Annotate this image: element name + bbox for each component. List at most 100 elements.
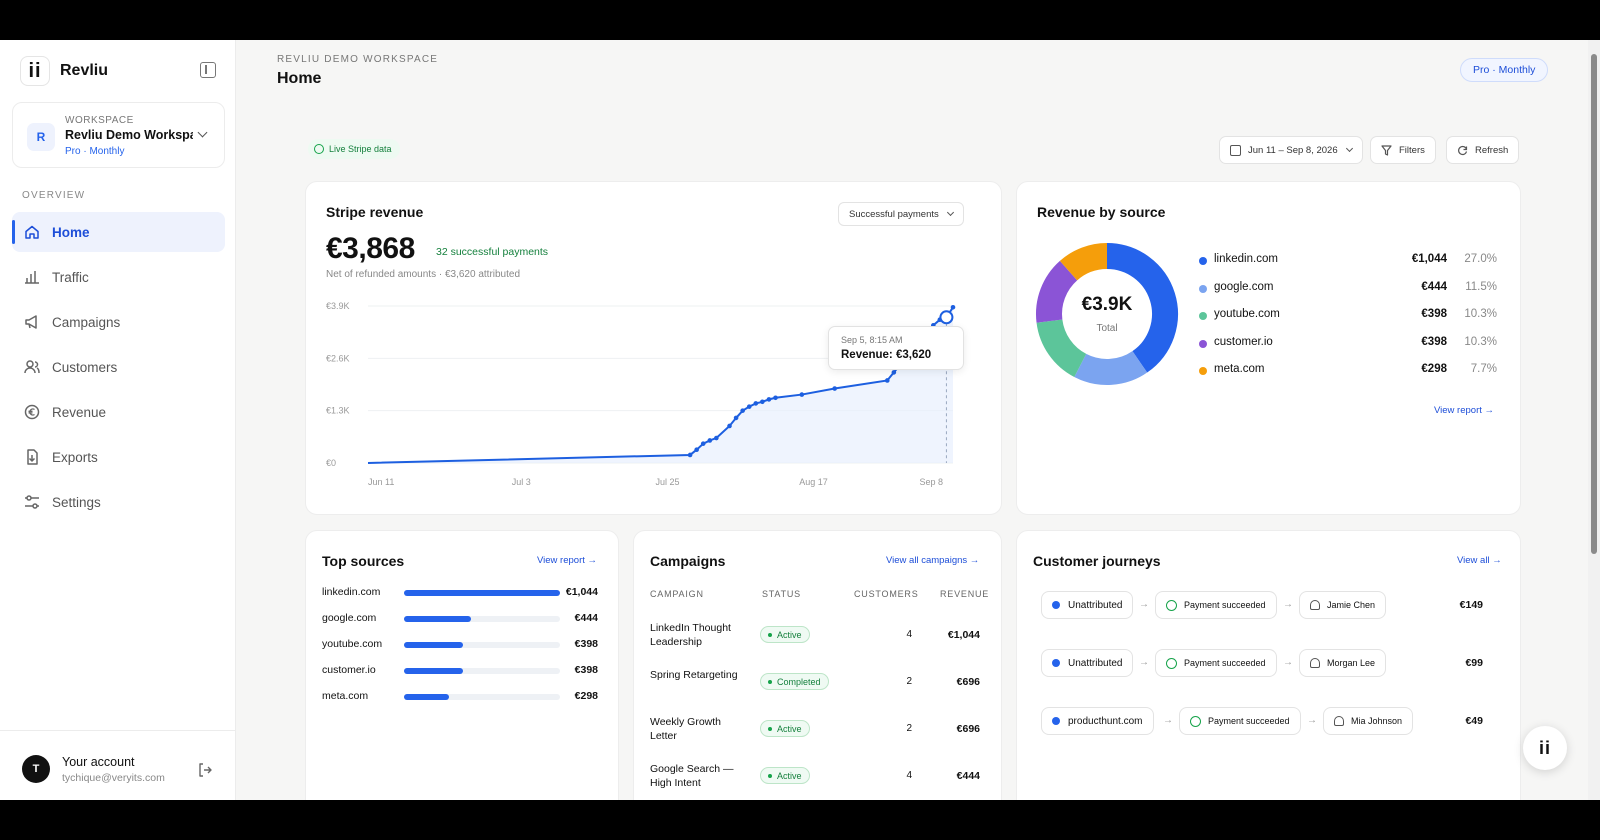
legend-row[interactable]: customer.io €398 10.3% bbox=[1199, 335, 1497, 363]
sidebar-item-customers[interactable]: Customers bbox=[12, 347, 225, 387]
card-title: Customer journeys bbox=[1033, 553, 1161, 569]
column-header[interactable]: CUSTOMERS bbox=[854, 589, 919, 599]
legend-swatch bbox=[1199, 312, 1207, 320]
legend-pct: 11.5% bbox=[1465, 280, 1497, 293]
filters-button[interactable]: Filters bbox=[1370, 136, 1436, 164]
journey-customer[interactable]: Jamie Chen bbox=[1299, 591, 1387, 619]
campaign-revenue: €1,044 bbox=[947, 629, 980, 641]
legend-pct: 10.3% bbox=[1464, 335, 1497, 348]
legend-row[interactable]: linkedin.com €1,044 27.0% bbox=[1199, 252, 1497, 280]
source-bar-track bbox=[404, 616, 560, 622]
sidebar-collapse-icon[interactable] bbox=[200, 62, 216, 78]
source-name: google.com bbox=[322, 612, 377, 624]
column-header[interactable]: REVENUE bbox=[940, 589, 989, 599]
table-row[interactable]: LinkedIn Thought Leadership Active 4 €1,… bbox=[650, 621, 980, 661]
journey-source[interactable]: Unattributed bbox=[1041, 649, 1134, 677]
sidebar-item-home[interactable]: Home bbox=[12, 212, 225, 252]
journey-row[interactable]: Unattributed → Payment succeeded → Jamie… bbox=[1033, 591, 1483, 619]
source-value: €298 bbox=[574, 690, 598, 702]
revenue-by-source-card: Revenue by source €3.9K Total linkedin.c… bbox=[1016, 181, 1521, 515]
data-point bbox=[799, 392, 805, 397]
scrollbar-thumb[interactable] bbox=[1591, 54, 1597, 554]
filters-label: Filters bbox=[1399, 144, 1425, 156]
journey-row[interactable]: producthunt.com → Payment succeeded → Mi… bbox=[1033, 707, 1483, 735]
plan-badge[interactable]: Pro · Monthly bbox=[1460, 58, 1549, 82]
journey-source[interactable]: producthunt.com bbox=[1041, 707, 1154, 735]
table-row[interactable]: Spring Retargeting Completed 2 €696 bbox=[650, 668, 980, 708]
arrow-right-icon: → bbox=[1139, 657, 1149, 668]
x-tick-label: Aug 17 bbox=[799, 477, 828, 487]
legend-row[interactable]: google.com €444 11.5% bbox=[1199, 280, 1497, 308]
refresh-label: Refresh bbox=[1475, 144, 1509, 156]
data-point bbox=[733, 415, 739, 421]
scrollbar[interactable] bbox=[1588, 40, 1600, 800]
brand-name: Revliu bbox=[60, 62, 109, 79]
live-data-badge: Live Stripe data bbox=[308, 139, 400, 159]
account-panel[interactable]: T Your account tychique@veryits.com bbox=[0, 730, 236, 800]
home-icon bbox=[25, 225, 39, 239]
legend-pct: 7.7% bbox=[1470, 363, 1497, 375]
source-row[interactable]: youtube.com €398 bbox=[322, 638, 598, 652]
nav-section-heading: OVERVIEW bbox=[22, 190, 86, 201]
arrow-right-icon: → bbox=[1283, 657, 1293, 668]
x-tick-label: Sep 8 bbox=[919, 477, 943, 487]
journey-source-label: Unattributed bbox=[1068, 599, 1123, 611]
user-icon bbox=[1310, 658, 1320, 668]
check-circle-icon bbox=[314, 144, 324, 154]
data-point bbox=[884, 378, 890, 383]
refresh-icon bbox=[1458, 145, 1468, 155]
view-all-journeys-link[interactable]: View all → bbox=[1457, 555, 1502, 566]
table-row[interactable]: Weekly Growth Letter Active 2 €696 bbox=[650, 715, 980, 755]
sidebar-item-traffic[interactable]: Traffic bbox=[12, 257, 225, 297]
sidebar-item-label: Home bbox=[52, 224, 90, 240]
source-bar-fill bbox=[404, 642, 464, 648]
source-legend: linkedin.com €1,044 27.0% google.com €444 11… bbox=[1199, 252, 1497, 390]
user-icon bbox=[1334, 716, 1344, 726]
journey-event[interactable]: Payment succeeded bbox=[1155, 591, 1277, 619]
source-dot-icon bbox=[1052, 601, 1060, 609]
journey-event-label: Payment succeeded bbox=[1184, 600, 1266, 610]
sidebar-item-campaigns[interactable]: Campaigns bbox=[12, 302, 225, 342]
legend-row[interactable]: meta.com €298 7.7% bbox=[1199, 362, 1497, 390]
workspace-avatar: R bbox=[27, 123, 55, 151]
journey-row[interactable]: Unattributed → Payment succeeded → Morga… bbox=[1033, 649, 1483, 677]
logout-icon[interactable] bbox=[198, 763, 212, 777]
sidebar-item-settings[interactable]: Settings bbox=[12, 482, 225, 522]
arrow-right-icon: → bbox=[1163, 715, 1173, 726]
journey-event[interactable]: Payment succeeded bbox=[1155, 649, 1277, 677]
journey-event-label: Payment succeeded bbox=[1184, 658, 1266, 668]
date-range-button[interactable]: Jun 11 – Sep 8, 2026 bbox=[1219, 136, 1363, 164]
brand[interactable]: ii Revliu bbox=[20, 56, 108, 86]
sliders-icon bbox=[25, 495, 39, 509]
customer-journeys-card: Customer journeys View all → Unattribute… bbox=[1016, 530, 1521, 800]
live-data-label: Live Stripe data bbox=[329, 144, 392, 154]
journey-customer[interactable]: Mia Johnson bbox=[1323, 707, 1414, 735]
table-row[interactable]: Google Search — High Intent Active 4 €44… bbox=[650, 762, 980, 800]
view-report-link[interactable]: View report → bbox=[537, 555, 597, 566]
workspace-switcher[interactable]: R WORKSPACE Revliu Demo Workspace Pro · … bbox=[12, 102, 225, 168]
view-all-campaigns-link[interactable]: View all campaigns → bbox=[886, 555, 979, 566]
data-point bbox=[753, 401, 759, 406]
source-row[interactable]: meta.com €298 bbox=[322, 690, 598, 704]
source-value: €398 bbox=[574, 638, 598, 650]
view-report-link[interactable]: View report → bbox=[1434, 405, 1494, 416]
sidebar-item-exports[interactable]: Exports bbox=[12, 437, 225, 477]
donut-slice bbox=[1059, 243, 1108, 281]
sidebar-item-revenue[interactable]: Revenue bbox=[12, 392, 225, 432]
journey-customer[interactable]: Morgan Lee bbox=[1299, 649, 1387, 677]
journey-event[interactable]: Payment succeeded bbox=[1179, 707, 1301, 735]
refresh-button[interactable]: Refresh bbox=[1446, 136, 1520, 164]
source-row[interactable]: customer.io €398 bbox=[322, 664, 598, 678]
legend-value: €444 bbox=[1421, 280, 1447, 293]
legend-row[interactable]: youtube.com €398 10.3% bbox=[1199, 307, 1497, 335]
assistant-button[interactable]: ii bbox=[1523, 726, 1567, 770]
source-row[interactable]: linkedin.com €1,044 bbox=[322, 586, 598, 600]
y-tick-label: €1.3K bbox=[326, 406, 350, 416]
journey-source[interactable]: Unattributed bbox=[1041, 591, 1134, 619]
users-icon bbox=[24, 360, 40, 374]
column-header[interactable]: CAMPAIGN bbox=[650, 589, 704, 599]
sidebar: ii Revliu R WORKSPACE Revliu Demo Worksp… bbox=[0, 40, 236, 800]
source-row[interactable]: google.com €444 bbox=[322, 612, 598, 626]
column-header[interactable]: STATUS bbox=[762, 589, 801, 599]
date-range-label: Jun 11 – Sep 8, 2026 bbox=[1248, 144, 1338, 156]
